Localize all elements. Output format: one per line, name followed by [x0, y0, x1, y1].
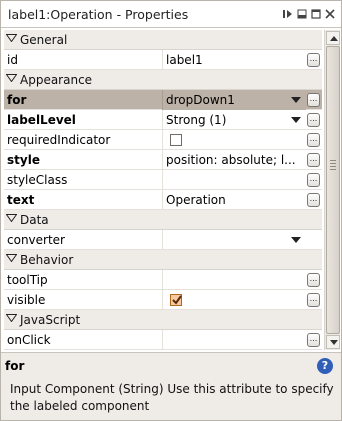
text-ellipsis-button[interactable]: ... [307, 193, 320, 207]
property-name: converter [7, 233, 65, 247]
properties-window: label1:Operation - Properties General id l… [0, 0, 342, 421]
column-divider[interactable] [162, 190, 163, 210]
panel-menu-icon[interactable] [283, 9, 293, 19]
column-divider[interactable] [162, 230, 163, 250]
checkmark-icon [172, 295, 182, 305]
arrow-down-icon [330, 340, 338, 345]
property-row-styleClass[interactable]: styleClass... [4, 170, 322, 190]
property-row-labelLevel[interactable]: labelLevel Strong (1)... [4, 110, 322, 130]
style-value[interactable]: position: absolute; l... [166, 153, 304, 167]
column-divider[interactable] [162, 330, 163, 350]
grip-icon [330, 160, 336, 172]
property-name: id [7, 53, 18, 67]
visible-ellipsis-button[interactable]: ... [307, 293, 320, 307]
property-name: for [7, 93, 27, 107]
column-divider[interactable] [162, 50, 163, 70]
for-ellipsis-button[interactable]: ... [307, 93, 320, 107]
id-value[interactable]: label1 [166, 53, 304, 67]
window-titlebar: label1:Operation - Properties [1, 1, 341, 28]
category-javascript[interactable]: JavaScript [4, 310, 322, 330]
minimize-icon[interactable] [297, 9, 307, 19]
help-icon[interactable]: ? [317, 358, 333, 374]
category-label: Appearance [20, 73, 93, 87]
property-row-style[interactable]: style position: absolute; l...... [4, 150, 322, 170]
property-name: labelLevel [7, 113, 76, 127]
property-name: requiredIndicator [7, 133, 111, 147]
category-label: Behavior [20, 253, 74, 267]
help-description: Input Component (String) Use this attrib… [10, 382, 334, 413]
property-row-converter[interactable]: converter [4, 230, 322, 250]
category-general[interactable]: General [4, 30, 322, 50]
scroll-down-button[interactable] [326, 335, 340, 349]
dropdown-arrow-icon[interactable] [291, 117, 301, 123]
maximize-icon[interactable] [311, 9, 321, 19]
requiredIndicator-ellipsis-button[interactable]: ... [307, 133, 320, 147]
property-name: text [7, 193, 35, 207]
column-divider[interactable] [162, 130, 163, 150]
category-label: General [20, 33, 68, 47]
text-value[interactable]: Operation [166, 193, 304, 207]
category-behavior[interactable]: Behavior [4, 250, 322, 270]
property-name: style [7, 153, 40, 167]
scrollbar-thumb[interactable] [326, 46, 340, 334]
category-appearance[interactable]: Appearance [4, 70, 322, 90]
column-divider[interactable] [162, 150, 163, 170]
property-row-toolTip[interactable]: toolTip... [4, 270, 322, 290]
onClick-ellipsis-button[interactable]: ... [307, 333, 320, 347]
property-row-for[interactable]: for dropDown1... [4, 90, 322, 110]
dropdown-arrow-icon[interactable] [291, 237, 301, 243]
window-title: label1:Operation - Properties [8, 7, 189, 22]
category-data[interactable]: Data [4, 210, 322, 230]
vertical-scrollbar[interactable] [324, 30, 340, 350]
property-name: toolTip [7, 273, 48, 287]
property-name: styleClass [7, 173, 68, 187]
id-ellipsis-button[interactable]: ... [307, 53, 320, 67]
property-row-visible[interactable]: visible... [4, 290, 322, 310]
style-ellipsis-button[interactable]: ... [307, 153, 320, 167]
column-divider[interactable] [162, 290, 163, 310]
titlebar-controls [283, 9, 335, 19]
property-row-text[interactable]: text Operation... [4, 190, 322, 210]
category-label: Data [20, 213, 49, 227]
property-row-id[interactable]: id label1... [4, 50, 322, 70]
close-icon[interactable] [325, 9, 335, 19]
styleClass-ellipsis-button[interactable]: ... [307, 173, 320, 187]
toolTip-ellipsis-button[interactable]: ... [307, 273, 320, 287]
for-value[interactable]: dropDown1 [166, 93, 304, 107]
labelLevel-ellipsis-button[interactable]: ... [307, 113, 320, 127]
property-name: onClick [7, 333, 51, 347]
category-label: JavaScript [20, 313, 81, 327]
arrow-up-icon [330, 36, 338, 41]
property-row-requiredIndicator[interactable]: requiredIndicator... [4, 130, 322, 150]
dropdown-arrow-icon[interactable] [291, 97, 301, 103]
column-divider[interactable] [162, 110, 163, 130]
requiredIndicator-checkbox[interactable] [170, 134, 182, 146]
scroll-up-button[interactable] [326, 31, 340, 45]
help-title: for [5, 359, 25, 373]
property-row-onClick[interactable]: onClick... [4, 330, 322, 350]
property-name: visible [7, 293, 46, 307]
column-divider[interactable] [162, 170, 163, 190]
labelLevel-value[interactable]: Strong (1) [166, 113, 304, 127]
column-divider[interactable] [162, 270, 163, 290]
visible-checkbox[interactable] [170, 294, 182, 306]
help-panel: for ? Input Component (String) Use this … [1, 352, 341, 420]
property-sheet: General id label1... Appearance for dropDown1… [4, 30, 322, 350]
